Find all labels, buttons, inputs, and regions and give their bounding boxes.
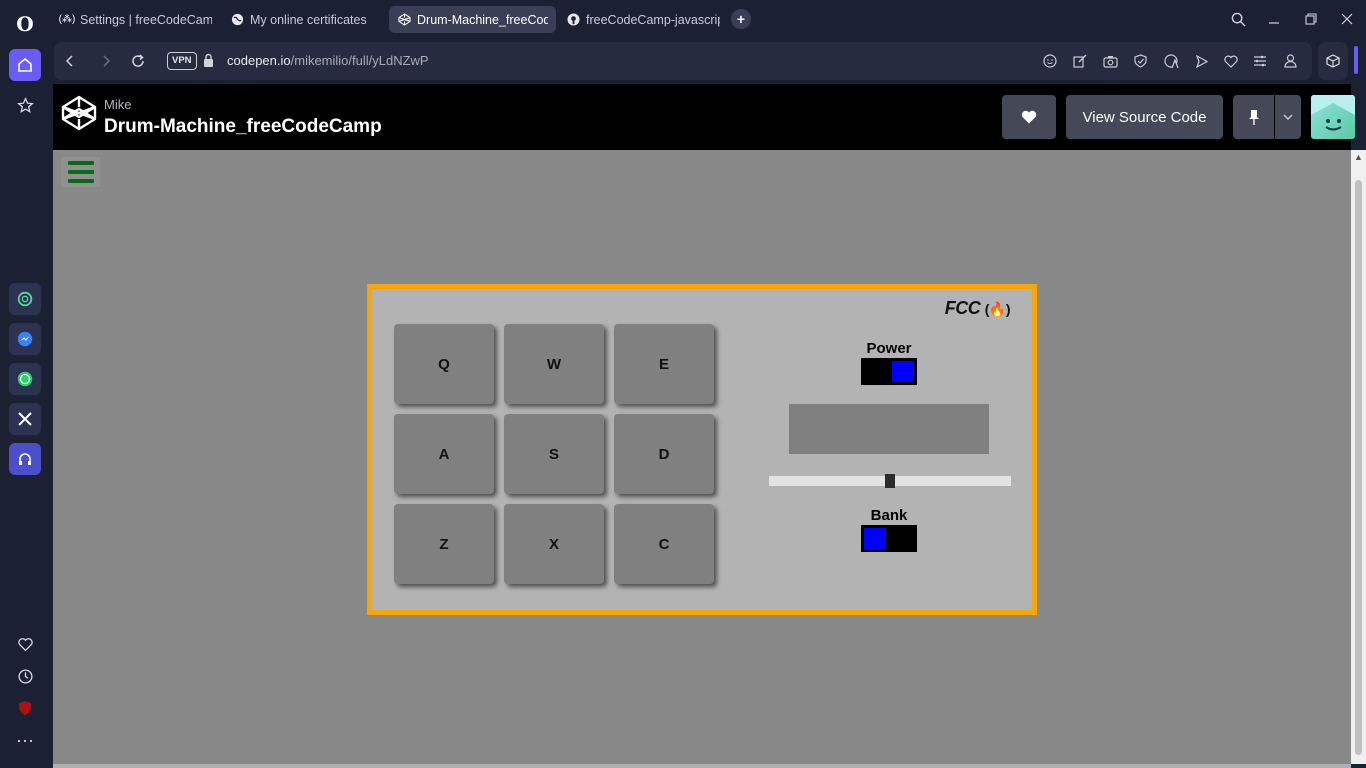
drum-pad-z[interactable]: Z — [394, 504, 494, 584]
volume-slider[interactable] — [769, 474, 1011, 488]
bank-label: Bank — [870, 507, 908, 524]
extensions-cube-icon[interactable] — [1318, 42, 1348, 80]
address-bar: VPN codepen.io/mikemilio/full/yLdNZwP — [54, 42, 1312, 80]
pin-dropdown-chevron-icon[interactable] — [1275, 95, 1301, 139]
drum-pad-c[interactable]: C — [614, 504, 714, 584]
tab-github-freecodecamp[interactable]: freeCodeCamp-javascript/ — [558, 6, 728, 33]
lock-icon[interactable] — [203, 53, 214, 68]
drum-pad-e[interactable]: E — [614, 324, 714, 404]
account-icon[interactable] — [1280, 51, 1300, 71]
messenger-icon[interactable] — [9, 323, 41, 355]
more-options-icon[interactable]: ··· — [9, 724, 41, 756]
home-icon[interactable] — [9, 49, 41, 81]
fcc-logo: FCC (🔥) — [944, 298, 1011, 319]
reload-icon[interactable] — [127, 50, 149, 72]
codepen-logo-icon[interactable] — [61, 95, 97, 131]
translate-icon[interactable] — [1161, 51, 1181, 71]
bank-toggle-knob — [864, 528, 886, 549]
back-icon[interactable] — [59, 50, 81, 72]
pin-button[interactable] — [1233, 95, 1274, 139]
camera-snapshot-icon[interactable] — [1100, 51, 1120, 71]
chatgpt-icon[interactable] — [9, 283, 41, 315]
volume-slider-thumb[interactable] — [885, 474, 895, 488]
sidebar-accent-bar — [1354, 46, 1358, 74]
codepen-header: Mike Drum-Machine_freeCodeCamp View Sour… — [53, 84, 1355, 150]
history-clock-icon[interactable] — [9, 660, 41, 692]
x-twitter-icon[interactable] — [9, 403, 41, 435]
codepen-icon — [397, 13, 411, 27]
view-source-code-button[interactable]: View Source Code — [1066, 95, 1223, 139]
drum-pad-s[interactable]: S — [504, 414, 604, 494]
search-icon[interactable] — [1227, 8, 1249, 30]
page-scrollbar[interactable]: ▲ — [1351, 150, 1366, 764]
emoji-icon[interactable] — [1040, 51, 1060, 71]
user-avatar[interactable] — [1311, 95, 1355, 139]
drum-pad-a[interactable]: A — [394, 414, 494, 494]
restore-icon[interactable] — [1300, 8, 1322, 30]
github-icon — [566, 13, 580, 27]
bookmarks-star-icon[interactable] — [9, 89, 41, 121]
easy-setup-icon[interactable] — [1250, 51, 1270, 71]
url-host: codepen.io — [227, 53, 291, 68]
tab-settings-freecodecamp[interactable]: (⁂) Settings | freeCodeCamp.org — [52, 6, 220, 33]
drum-pad-d[interactable]: D — [614, 414, 714, 494]
page-viewport: Mike Drum-Machine_freeCodeCamp View Sour… — [53, 84, 1355, 764]
scroll-up-icon[interactable]: ▲ — [1354, 152, 1363, 162]
opera-logo-icon[interactable]: O — [9, 8, 41, 40]
power-label: Power — [866, 340, 912, 357]
forward-icon[interactable] — [95, 50, 117, 72]
hamburger-menu-icon[interactable] — [61, 157, 100, 187]
power-toggle-knob — [892, 361, 914, 382]
bank-toggle[interactable] — [861, 525, 917, 552]
edit-note-icon[interactable] — [1070, 51, 1090, 71]
page-bottom-edge — [53, 764, 1351, 768]
sound-display — [789, 404, 989, 454]
tab-drum-machine[interactable]: Drum-Machine_freeCodeCamp — [389, 6, 556, 33]
minimize-icon[interactable] — [1263, 8, 1285, 30]
tab-bar: (⁂) Settings | freeCodeCamp.org My onlin… — [50, 0, 1366, 38]
browser-sidebar: O ··· — [0, 0, 50, 768]
drum-pad-x[interactable]: X — [504, 504, 604, 584]
like-heart-button[interactable] — [1002, 95, 1056, 139]
close-window-icon[interactable] — [1336, 8, 1358, 30]
tab-online-certificates[interactable]: My online certificates — [222, 6, 387, 33]
drum-pad-w[interactable]: W — [504, 324, 604, 404]
globe-icon — [230, 13, 244, 27]
scrollbar-thumb[interactable] — [1355, 180, 1362, 755]
fcc-brand-text: FCC — [944, 298, 981, 318]
heart-icon[interactable] — [1221, 51, 1241, 71]
favorites-heart-icon[interactable] — [9, 628, 41, 660]
power-toggle[interactable] — [861, 358, 917, 385]
new-tab-button[interactable]: + — [731, 9, 751, 29]
shield-icon[interactable] — [1130, 51, 1150, 71]
whatsapp-icon[interactable] — [9, 363, 41, 395]
url-path: /mikemilio/full/yLdNZwP — [290, 53, 429, 68]
pen-title: Drum-Machine_freeCodeCamp — [104, 116, 382, 137]
fcc-flame-icon: (🔥) — [984, 301, 1011, 317]
pen-author[interactable]: Mike — [104, 97, 131, 112]
vpn-badge[interactable]: VPN — [167, 52, 197, 70]
music-player-icon[interactable] — [9, 443, 41, 475]
send-icon[interactable] — [1191, 51, 1211, 71]
drum-machine: FCC (🔥) QWE ASD ZXC Power Bank — [367, 284, 1037, 615]
fcc-icon: (⁂) — [58, 14, 76, 25]
url-field[interactable]: codepen.io/mikemilio/full/yLdNZwP — [227, 53, 429, 68]
ublock-shield-icon[interactable] — [9, 692, 41, 724]
drum-pad-q[interactable]: Q — [394, 324, 494, 404]
